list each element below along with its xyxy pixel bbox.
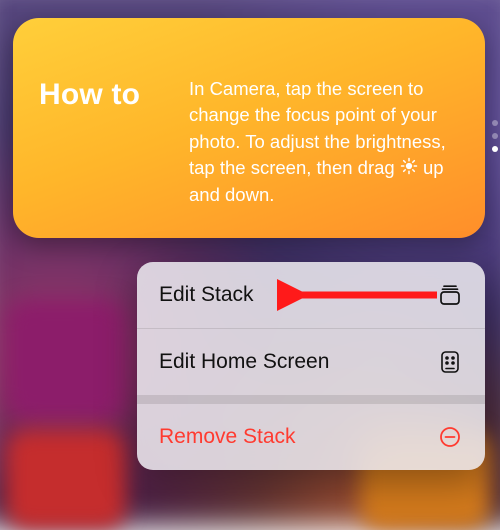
remove-minus-circle-icon — [437, 424, 463, 450]
widget-title: How to — [39, 42, 189, 214]
widget-body: In Camera, tap the screen to change the … — [189, 42, 459, 214]
page-dot-active — [492, 146, 498, 152]
tips-widget[interactable]: How to In Camera, tap the screen to chan… — [13, 18, 485, 238]
menu-item-edit-stack[interactable]: Edit Stack — [137, 262, 485, 328]
brightness-sun-icon — [400, 156, 418, 182]
menu-item-label: Edit Home Screen — [159, 350, 329, 374]
stack-page-indicator — [492, 120, 498, 152]
menu-item-label: Edit Stack — [159, 283, 254, 307]
page-dot — [492, 133, 498, 139]
menu-item-remove-stack[interactable]: Remove Stack — [137, 404, 485, 470]
apps-grid-icon — [437, 349, 463, 375]
menu-item-edit-home-screen[interactable]: Edit Home Screen — [137, 328, 485, 395]
stack-icon — [437, 282, 463, 308]
menu-separator — [137, 395, 485, 404]
menu-item-label: Remove Stack — [159, 425, 296, 449]
page-dot — [492, 120, 498, 126]
context-menu: Edit Stack Edit Home Screen Remove Stack — [137, 262, 485, 470]
